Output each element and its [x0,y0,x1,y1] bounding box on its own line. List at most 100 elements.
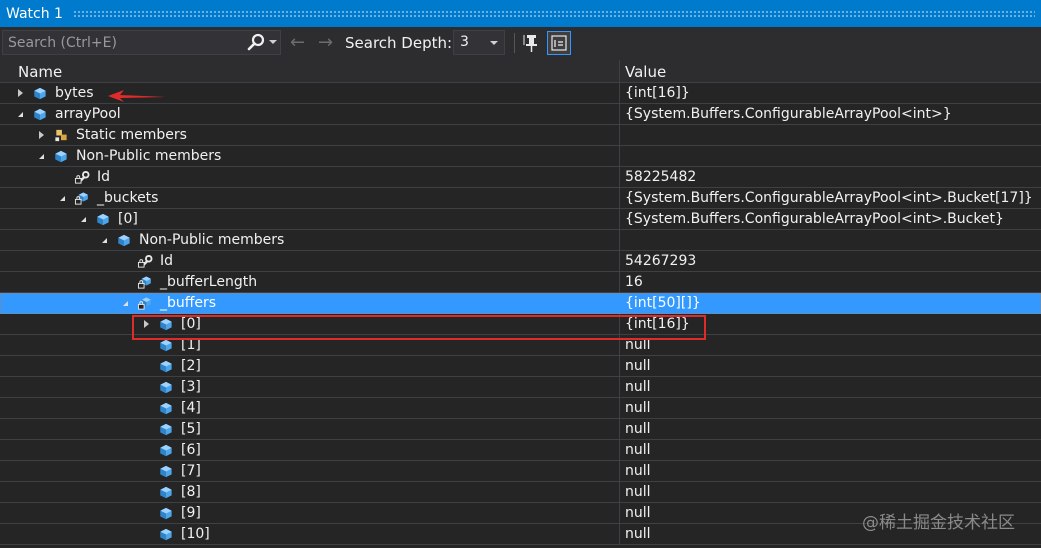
pin-to-source-button[interactable] [520,31,544,55]
variable-value[interactable]: 58225482 [619,167,1041,187]
pin-icon [523,35,537,52]
watch-row[interactable]: [3] null [0,377,1041,398]
variable-name: Non-Public members [76,148,222,164]
name-cell[interactable]: [10] [13,524,619,544]
watch-row[interactable]: [4] null [0,398,1041,419]
collapse-arrow-icon[interactable] [102,238,107,243]
name-cell[interactable]: [0] [13,209,619,229]
field-icon [32,86,48,101]
variable-value[interactable]: null [619,419,1041,439]
highlight-box-annotation [132,315,706,340]
column-divider[interactable] [619,60,620,83]
collapse-arrow-icon[interactable] [123,301,128,306]
watch-row[interactable]: [2] null [0,356,1041,377]
name-cell[interactable]: Non-Public members [13,230,619,250]
variable-value[interactable] [619,230,1041,250]
variable-value[interactable]: null [619,377,1041,397]
private-field-icon [137,275,153,290]
name-cell[interactable]: [5] [13,419,619,439]
watch-row[interactable]: [0] {System.Buffers.ConfigurableArrayPool… [0,209,1041,230]
collapse-arrow-icon[interactable] [81,217,86,222]
watch-row[interactable]: Static members [0,125,1041,146]
name-cell[interactable]: _bufferLength [13,272,619,292]
variable-name: Non-Public members [139,232,285,248]
titlebar-grip[interactable] [72,10,1035,17]
name-cell[interactable]: Id [13,167,619,187]
name-cell[interactable]: [7] [13,461,619,481]
collapse-arrow-icon[interactable] [60,196,65,201]
name-cell[interactable]: Non-Public members [13,146,619,166]
variable-value[interactable]: {System.Buffers.ConfigurableArrayPool<in… [619,104,1041,124]
red-arrow-annotation-icon [108,90,166,102]
search-forward-arrow-icon[interactable]: → [318,33,333,53]
variable-value[interactable]: {System.Buffers.ConfigurableArrayPool<in… [619,188,1041,208]
name-cell[interactable]: bytes [13,83,619,103]
name-cell[interactable]: [2] [13,356,619,376]
search-input[interactable] [3,31,238,54]
variable-value[interactable] [619,125,1041,145]
name-cell[interactable]: _buckets [13,188,619,208]
watch-row[interactable]: _bufferLength 16 [0,272,1041,293]
variable-name: [2] [181,358,201,374]
variable-value[interactable] [619,146,1041,166]
variable-name: Id [97,169,111,185]
variable-name: [0] [118,211,138,227]
private-field-icon [137,296,153,311]
search-back-arrow-icon[interactable]: ← [290,33,305,53]
private-field-icon [74,191,90,206]
variable-value[interactable]: {int[16]} [619,83,1041,103]
variable-value[interactable]: 54267293 [619,251,1041,271]
window-titlebar[interactable]: Watch 1 [0,0,1041,27]
field-icon [116,233,132,248]
name-cell[interactable]: arrayPool [13,104,619,124]
watch-row[interactable]: [8] null [0,482,1041,503]
variable-value[interactable]: null [619,398,1041,418]
field-icon [158,443,174,458]
expand-arrow-icon[interactable] [18,89,23,97]
variable-value[interactable]: {System.Buffers.ConfigurableArrayPool<in… [619,209,1041,229]
field-icon [158,464,174,479]
variable-name: [7] [181,463,201,479]
name-cell[interactable]: Static members [13,125,619,145]
column-header-name[interactable]: Name [18,63,62,81]
name-cell[interactable]: [6] [13,440,619,460]
variable-value[interactable]: null [619,440,1041,460]
watch-row[interactable]: [7] null [0,461,1041,482]
search-box[interactable] [2,30,281,55]
watch-row[interactable]: Id 54267293 [0,251,1041,272]
search-depth-value: 3 [460,34,469,50]
watch-row[interactable]: _buffers {int[50][]} [0,293,1041,314]
name-cell[interactable]: [9] [13,503,619,523]
variable-name: Id [160,253,174,269]
name-cell[interactable]: [4] [13,398,619,418]
watch-row[interactable]: _buckets {System.Buffers.ConfigurableArra… [0,188,1041,209]
search-icon[interactable] [246,33,266,53]
name-cell[interactable]: [3] [13,377,619,397]
search-options-dropdown-icon[interactable] [269,40,277,44]
watch-row[interactable]: arrayPool {System.Buffers.ConfigurableArr… [0,104,1041,125]
search-depth-select[interactable]: 3 [453,30,505,55]
variable-name: _buckets [97,190,159,206]
watch-grid: Name Value bytes {int[16]} arrayPool {Syste… [0,60,1041,548]
variable-value[interactable]: null [619,482,1041,502]
tab-view-icon [551,35,567,51]
name-cell[interactable]: [8] [13,482,619,502]
variable-name: bytes [55,85,94,101]
watch-row[interactable]: Id 58225482 [0,167,1041,188]
collapse-arrow-icon[interactable] [39,154,44,159]
view-as-text-button[interactable] [547,31,571,55]
watch-row[interactable]: [6] null [0,440,1041,461]
variable-value[interactable]: {int[50][]} [619,293,1041,313]
watch-row[interactable]: Non-Public members [0,230,1041,251]
grid-header: Name Value [0,60,1041,83]
variable-value[interactable]: null [619,461,1041,481]
collapse-arrow-icon[interactable] [18,112,23,117]
name-cell[interactable]: _buffers [13,293,619,313]
name-cell[interactable]: Id [13,251,619,271]
expand-arrow-icon[interactable] [39,131,44,139]
variable-value[interactable]: null [619,356,1041,376]
variable-value[interactable]: 16 [619,272,1041,292]
watch-row[interactable]: [5] null [0,419,1041,440]
watch-row[interactable]: Non-Public members [0,146,1041,167]
column-header-value[interactable]: Value [625,63,666,81]
